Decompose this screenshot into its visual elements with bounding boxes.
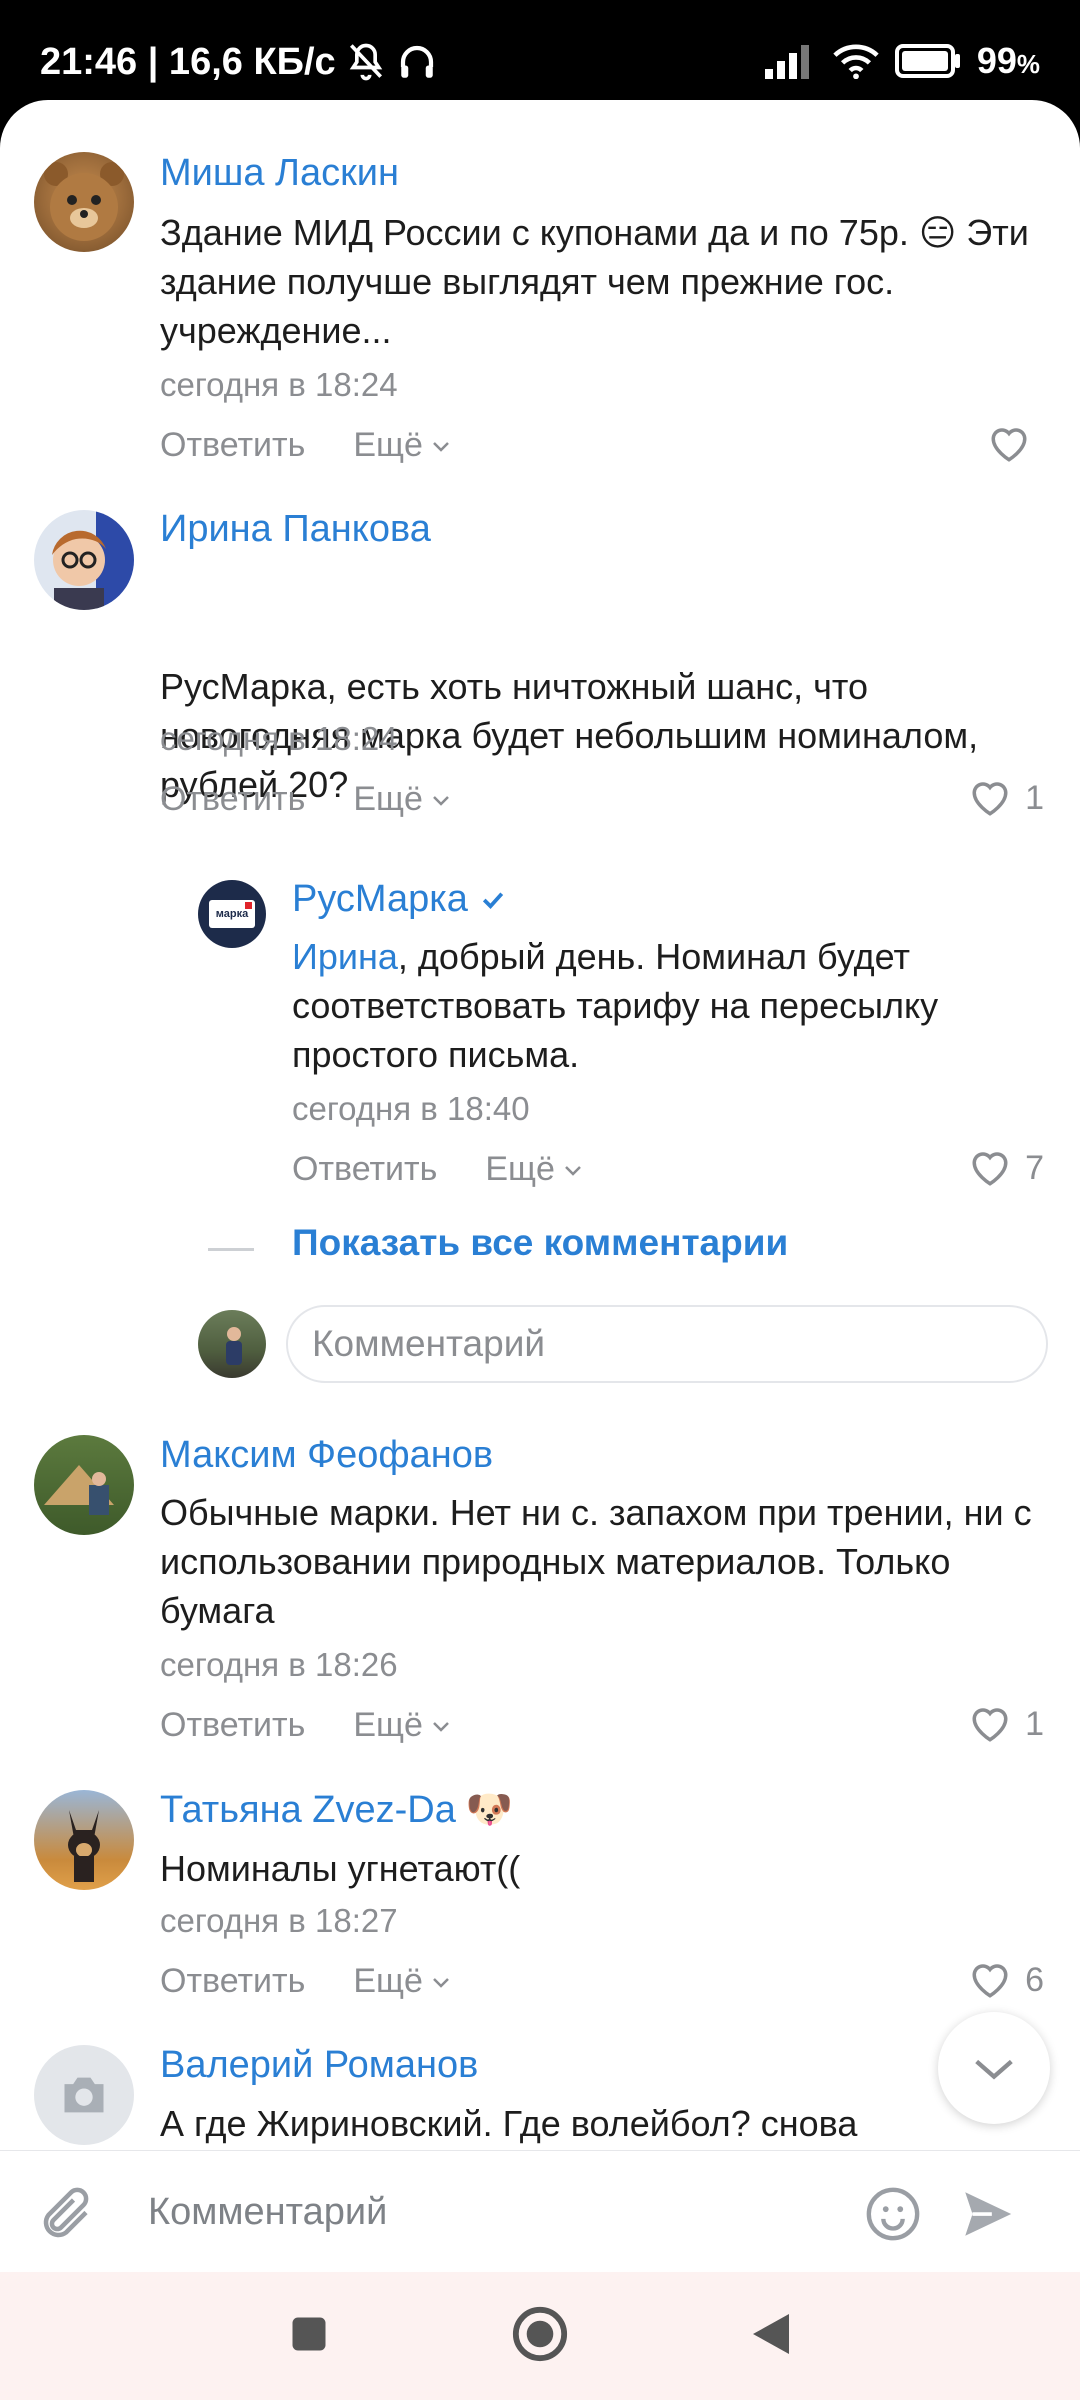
comment-time: сегодня в 18:24 (160, 366, 398, 403)
avatar[interactable] (34, 1790, 134, 1890)
status-right: 99% (764, 40, 1040, 82)
mute-icon (344, 40, 388, 84)
more-button[interactable]: Ещё (485, 1150, 585, 1189)
comment-time: сегодня в 18:24 (160, 720, 398, 757)
send-icon[interactable] (958, 2185, 1016, 2248)
current-user-avatar (198, 1310, 266, 1378)
heart-icon (972, 1964, 1008, 1998)
reply-button[interactable]: Ответить (292, 1150, 437, 1189)
comment-actions: Ответить Ещё (160, 1706, 453, 1745)
more-button[interactable]: Ещё (353, 1706, 453, 1745)
reply-button[interactable]: Ответить (160, 1962, 305, 2001)
back-icon[interactable] (749, 2310, 793, 2363)
reply-button[interactable]: Ответить (160, 426, 305, 465)
comments-sheet[interactable]: Миша Ласкин Здание МИД России с купонами… (0, 100, 1080, 2270)
camera-icon (64, 2077, 104, 2113)
heart-icon (972, 1152, 1008, 1186)
avatar[interactable]: марка (198, 880, 266, 948)
headphones-icon (396, 41, 438, 83)
comment-author[interactable]: РусМарка (292, 878, 508, 921)
comment-author[interactable]: Максим Феофанов (160, 1434, 493, 1477)
battery-icon (894, 44, 961, 78)
comment-time: сегодня в 18:40 (292, 1090, 530, 1127)
comment-author[interactable]: Ирина Панкова (160, 508, 431, 551)
scroll-down-button[interactable] (938, 2012, 1050, 2124)
like-count: 1 (1025, 1704, 1044, 1743)
chevron-down-icon (975, 2059, 1013, 2080)
navigation-bar (0, 2272, 1080, 2400)
avatar[interactable] (34, 1435, 134, 1535)
comment-text: А где Жириновский. Где волейбол? снова (160, 2103, 858, 2144)
mention-link[interactable]: Ирина (292, 936, 398, 977)
attach-icon[interactable] (36, 2185, 96, 2250)
more-button[interactable]: Ещё (353, 780, 453, 819)
more-button[interactable]: Ещё (353, 1962, 453, 2001)
comment-author[interactable]: Миша Ласкин (160, 152, 399, 195)
reply-button[interactable]: Ответить (160, 1706, 305, 1745)
comment-actions: Ответить Ещё (292, 1150, 585, 1189)
avatar[interactable] (34, 510, 134, 610)
comment-time: сегодня в 18:26 (160, 1646, 398, 1683)
like-button[interactable] (988, 424, 1044, 464)
chevron-down-icon (433, 1977, 449, 1988)
signal-icon (764, 43, 817, 79)
chevron-down-icon (433, 441, 449, 452)
avatar[interactable] (34, 152, 134, 252)
chevron-down-icon (565, 1165, 581, 1176)
verified-icon (482, 891, 504, 909)
chevron-down-icon (433, 1721, 449, 1732)
like-button[interactable]: 1 (969, 1704, 1044, 1744)
battery-level: 99% (976, 40, 1040, 81)
comment-author[interactable]: Татьяна Zvez-Da 🐶 (160, 1788, 513, 1832)
comment-time: сегодня в 18:27 (160, 1902, 398, 1939)
like-button[interactable]: 1 (969, 778, 1044, 818)
dog-emoji: 🐶 (465, 1789, 514, 1831)
heart-icon (991, 428, 1027, 462)
like-count: 6 (1025, 1960, 1044, 1999)
comment-text: Здание МИД России с купонами да и по 75р… (160, 212, 1029, 351)
chevron-down-icon (433, 795, 449, 806)
thread-reply-input[interactable]: Комментарий (286, 1305, 1048, 1383)
status-left: 21:46 | 16,6 КБ/с (40, 40, 438, 84)
like-button[interactable]: 6 (969, 1960, 1044, 2000)
battery-unit: % (1016, 49, 1040, 79)
emoji-icon[interactable] (864, 2185, 922, 2248)
home-icon[interactable] (511, 2305, 569, 2368)
brand-logo-text: марка (215, 908, 249, 920)
comment-compose-bar: Комментарий (0, 2150, 1080, 2272)
like-count: 7 (1025, 1148, 1044, 1187)
like-count: 1 (1025, 778, 1044, 817)
like-button[interactable]: 7 (969, 1148, 1044, 1188)
comment-actions: Ответить Ещё (160, 780, 453, 819)
heart-icon (972, 1708, 1008, 1742)
wifi-icon (833, 43, 879, 79)
heart-icon (972, 782, 1008, 816)
more-button[interactable]: Ещё (353, 426, 453, 465)
avatar[interactable] (34, 2045, 134, 2145)
show-all-comments-link[interactable]: Показать все комментарии (292, 1222, 788, 1264)
comment-text: Обычные марки. Нет ни с. запахом при тре… (160, 1492, 1032, 1631)
comment-actions: Ответить Ещё (160, 426, 453, 465)
comment-actions: Ответить Ещё (160, 1962, 453, 2001)
status-time-speed: 21:46 | 16,6 КБ/с (40, 40, 336, 83)
recents-icon[interactable] (287, 2312, 331, 2361)
comment-text: Номиналы угнетают(( (160, 1848, 521, 1889)
comment-author[interactable]: Валерий Романов (160, 2044, 478, 2087)
comment-input[interactable]: Комментарий (148, 2191, 387, 2234)
comment-text: Ирина, добрый день. Номинал будет соотве… (292, 936, 939, 1075)
reply-button[interactable]: Ответить (160, 780, 305, 819)
divider (208, 1248, 254, 1251)
